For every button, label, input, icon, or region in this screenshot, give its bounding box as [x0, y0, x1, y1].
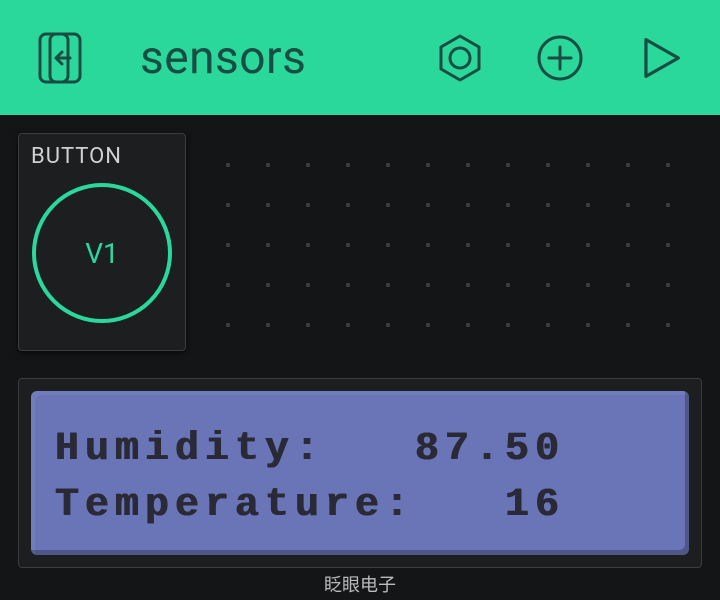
settings-button[interactable] — [425, 23, 495, 93]
nut-icon — [435, 33, 485, 83]
button-widget-title: BUTTON — [31, 144, 173, 169]
back-button[interactable] — [25, 23, 95, 93]
plus-circle-icon — [535, 33, 585, 83]
back-icon — [36, 30, 84, 86]
run-button[interactable] — [625, 23, 695, 93]
lcd-line-1: Humidity: 87.50 — [55, 427, 665, 472]
virtual-pin-button[interactable]: V1 — [32, 183, 172, 323]
button-widget[interactable]: BUTTON V1 — [18, 133, 186, 351]
header-bar: sensors — [0, 0, 720, 115]
placement-grid[interactable] — [18, 358, 702, 378]
canvas: BUTTON V1 Humidity: 87.50 Temperature: 1… — [0, 115, 720, 568]
lcd-widget[interactable]: Humidity: 87.50 Temperature: 16 — [18, 378, 702, 568]
footer-brand: 眨眼电子 — [0, 568, 720, 600]
add-widget-button[interactable] — [525, 23, 595, 93]
lcd-line-2: Temperature: 16 — [55, 483, 665, 528]
project-title[interactable]: sensors — [140, 31, 306, 85]
play-icon — [633, 31, 687, 85]
lcd-screen: Humidity: 87.50 Temperature: 16 — [31, 391, 689, 555]
virtual-pin-label: V1 — [85, 237, 119, 270]
placement-grid[interactable] — [196, 133, 702, 358]
